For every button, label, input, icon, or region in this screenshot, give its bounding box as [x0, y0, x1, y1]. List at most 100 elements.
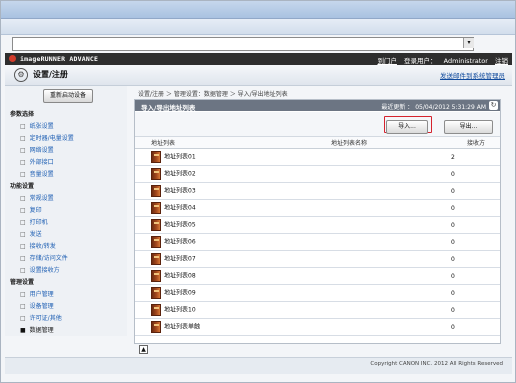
table-row[interactable]: 地址列表02 0 — [135, 165, 500, 183]
section-preferences: 参数选择 — [10, 111, 35, 118]
login-user-label: 登录用户： — [404, 57, 437, 65]
sidebar-item-copy[interactable]: 复印 — [10, 205, 74, 217]
table-row[interactable]: 地址列表单触 0 — [135, 318, 500, 336]
address-list-cell[interactable]: 地址列表单触 — [135, 318, 315, 336]
address-list-label[interactable]: 地址列表01 — [164, 154, 196, 161]
address-list-cell[interactable]: 地址列表05 — [135, 216, 315, 234]
table-row[interactable]: 地址列表06 0 — [135, 233, 500, 251]
browser-title-bar — [1, 1, 515, 19]
section-management: 管理设置 — [10, 279, 35, 286]
address-list-label[interactable]: 地址列表07 — [164, 256, 196, 263]
address-list-label[interactable]: 地址列表09 — [164, 290, 196, 297]
address-list-cell[interactable]: 地址列表04 — [135, 199, 315, 217]
sidebar-item-volume[interactable]: 音量设置 — [10, 169, 74, 181]
sidebar-item-store[interactable]: 存储/访问文件 — [10, 253, 74, 265]
address-list-name — [315, 182, 451, 200]
last-updated: 最近更新 ： 05/04/2012 5:31:29 AM — [381, 104, 486, 111]
table-row[interactable]: 地址列表05 0 — [135, 216, 500, 234]
sidebar-nav: 参数选择 纸张设置 定时器/电量设置 网络设置 外部接口 音量设置 功能设置 常… — [10, 109, 74, 337]
scroll-to-top-icon[interactable]: ▲ — [139, 345, 148, 354]
import-button[interactable]: 导入... — [386, 120, 428, 134]
column-name: 地址列表名称 — [315, 137, 451, 149]
mail-admin-link[interactable]: 发送邮件到系统管理员 — [440, 70, 505, 80]
left-sidebar: 重新启动设备 参数选择 纸张设置 定时器/电量设置 网络设置 外部接口 音量设置… — [5, 86, 127, 336]
sidebar-item-timer[interactable]: 定时器/电量设置 — [10, 133, 74, 145]
address-list-label[interactable]: 地址列表08 — [164, 273, 196, 280]
address-list-cell[interactable]: 地址列表08 — [135, 267, 315, 285]
address-list-name — [315, 301, 451, 319]
sidebar-item-data-management[interactable]: 数据管理 — [10, 325, 74, 337]
refresh-icon[interactable]: ↻ — [489, 101, 498, 110]
address-list-cell[interactable]: 地址列表01 — [135, 148, 315, 166]
recipient-count: 0 — [451, 216, 500, 234]
address-list-label[interactable]: 地址列表03 — [164, 188, 196, 195]
address-list-label[interactable]: 地址列表04 — [164, 205, 196, 212]
recipient-count: 0 — [451, 284, 500, 302]
address-list-cell[interactable]: 地址列表09 — [135, 284, 315, 302]
address-list-cell[interactable]: 地址列表06 — [135, 233, 315, 251]
address-list-cell[interactable]: 地址列表07 — [135, 250, 315, 268]
table-row[interactable]: 地址列表01 2 — [135, 148, 500, 166]
address-book-icon — [151, 236, 161, 248]
address-list-table: 地址列表 地址列表名称 接收方 地址列表01 2 地址列表02 0 地址列表03 0 地址列… — [135, 137, 500, 336]
address-list-cell[interactable]: 地址列表03 — [135, 182, 315, 200]
logout-link[interactable]: 注销 — [495, 57, 508, 65]
table-row[interactable]: 地址列表03 0 — [135, 182, 500, 200]
login-user-name: Administrator — [443, 57, 488, 65]
table-row[interactable]: 地址列表07 0 — [135, 250, 500, 268]
address-list-name — [315, 250, 451, 268]
recipient-count: 0 — [451, 250, 500, 268]
browser-window: ▾ imageRUNNER ADVANCE 到门户 登录用户： Administ… — [0, 0, 516, 383]
address-list-name — [315, 199, 451, 217]
page-title: 设置/注册 — [33, 70, 68, 79]
restart-device-button[interactable]: 重新启动设备 — [43, 89, 93, 103]
sidebar-item-send[interactable]: 发送 — [10, 229, 74, 241]
sidebar-item-device-management[interactable]: 设备管理 — [10, 301, 74, 313]
address-list-label[interactable]: 地址列表02 — [164, 171, 196, 178]
export-button[interactable]: 导出... — [444, 120, 493, 134]
table-row[interactable]: 地址列表08 0 — [135, 267, 500, 285]
sidebar-item-network[interactable]: 网络设置 — [10, 145, 74, 157]
recipient-count: 0 — [451, 165, 500, 183]
sidebar-item-license[interactable]: 许可证/其他 — [10, 313, 74, 325]
address-list-name — [315, 216, 451, 234]
address-list-name — [315, 267, 451, 285]
table-row[interactable]: 地址列表10 0 — [135, 301, 500, 319]
address-list-cell[interactable]: 地址列表10 — [135, 301, 315, 319]
address-list-label[interactable]: 地址列表10 — [164, 307, 196, 314]
sidebar-item-set-recipients[interactable]: 设置接收方 — [10, 265, 74, 277]
sidebar-item-printer[interactable]: 打印机 — [10, 217, 74, 229]
portal-link[interactable]: 到门户 — [377, 57, 397, 65]
settings-gear-icon: ⚙ — [14, 68, 28, 82]
address-book-icon — [151, 321, 161, 333]
sidebar-item-interface[interactable]: 外部接口 — [10, 157, 74, 169]
address-list-name — [315, 165, 451, 183]
panel-header: 导入/导出地址列表 最近更新 ： 05/04/2012 5:31:29 AM ↻ — [135, 100, 500, 112]
panel-title: 导入/导出地址列表 — [141, 104, 196, 112]
column-count: 接收方 — [451, 137, 500, 149]
brand-name: imageRUNNER ADVANCE — [20, 55, 99, 63]
address-bar[interactable] — [12, 37, 474, 51]
sidebar-item-common[interactable]: 常规设置 — [10, 193, 74, 205]
table-row[interactable]: 地址列表04 0 — [135, 199, 500, 217]
address-book-icon — [151, 287, 161, 299]
address-list-name — [315, 318, 451, 336]
address-book-icon — [151, 168, 161, 180]
table-row[interactable]: 地址列表09 0 — [135, 284, 500, 302]
sidebar-item-user-management[interactable]: 用户管理 — [10, 289, 74, 301]
address-book-icon — [151, 185, 161, 197]
address-list-label[interactable]: 地址列表单触 — [164, 324, 200, 331]
address-list-name — [315, 233, 451, 251]
address-list-label[interactable]: 地址列表05 — [164, 222, 196, 229]
recipient-count: 2 — [451, 148, 500, 166]
address-list-name — [315, 284, 451, 302]
address-book-icon — [151, 219, 161, 231]
column-list: 地址列表 — [135, 137, 315, 149]
sidebar-item-paper[interactable]: 纸张设置 — [10, 121, 74, 133]
recipient-count: 0 — [451, 318, 500, 336]
address-list-label[interactable]: 地址列表06 — [164, 239, 196, 246]
address-dropdown-icon[interactable]: ▾ — [463, 38, 474, 48]
sidebar-item-receive[interactable]: 接收/转发 — [10, 241, 74, 253]
recipient-count: 0 — [451, 301, 500, 319]
address-list-cell[interactable]: 地址列表02 — [135, 165, 315, 183]
